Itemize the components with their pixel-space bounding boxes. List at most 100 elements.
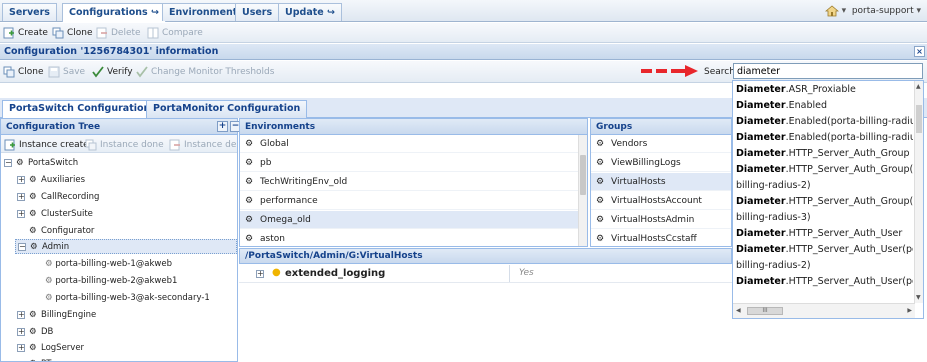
environment-row-performance[interactable]: ⚙ performance: [240, 192, 587, 210]
home-icon[interactable]: [824, 4, 839, 17]
suggestion-item[interactable]: Diameter.HTTP_Server_Auth_User(porta: [736, 274, 913, 290]
environment-row-techwritingenv-old[interactable]: ⚙ TechWritingEnv_old: [240, 173, 587, 191]
suggestion-item[interactable]: Diameter.Enabled(porta-billing-radius-3): [736, 130, 913, 146]
clone-icon: [3, 66, 15, 78]
tree-node-db[interactable]: + ⚙ DB: [17, 325, 53, 340]
expand-icon[interactable]: +: [17, 311, 25, 319]
tree-node-auxiliaries[interactable]: + ⚙ Auxiliaries: [17, 173, 85, 188]
tree-node-porta-billing-web-3[interactable]: ⚙ porta-billing-web-3@ak-secondary-1: [45, 291, 210, 306]
scroll-left-icon[interactable]: ◀: [736, 307, 741, 314]
expand-icon[interactable]: +: [17, 344, 25, 352]
search-input[interactable]: [733, 63, 923, 79]
group-row-virtualhostsccstaff[interactable]: ⚙ VirtualHostsCcstaff: [591, 230, 731, 246]
environment-row-global[interactable]: ⚙ Global: [240, 135, 587, 153]
expand-icon[interactable]: +: [256, 270, 264, 278]
group-row-vendors[interactable]: ⚙ Vendors: [591, 135, 731, 153]
verify-button[interactable]: Verify: [92, 65, 133, 79]
scroll-right-icon[interactable]: ▶: [907, 307, 912, 314]
environment-row-omega-old[interactable]: ⚙ Omega_old: [240, 211, 587, 229]
expand-icon[interactable]: +: [17, 193, 25, 201]
expand-icon[interactable]: +: [17, 210, 25, 218]
gear-icon: ⚙: [29, 192, 37, 202]
suggestion-rest: .HTTP_Server_Auth_User: [785, 228, 903, 239]
group-label: VirtualHostsAdmin: [611, 215, 695, 225]
option-value[interactable]: Yes: [519, 268, 534, 278]
suggestion-item[interactable]: Diameter.HTTP_Server_Auth_User: [736, 226, 913, 242]
tree-node-rt[interactable]: ⚙ RT: [17, 357, 51, 361]
groups-header: Groups: [590, 118, 732, 135]
group-row-viewbillinglogs[interactable]: ⚙ ViewBillingLogs: [591, 154, 731, 172]
suggestion-item[interactable]: Diameter.HTTP_Server_Auth_Group(por: [736, 162, 913, 178]
expand-all-icon[interactable]: +: [217, 121, 228, 132]
environment-label: performance: [260, 196, 318, 206]
config-clone-button[interactable]: Clone: [3, 65, 44, 79]
tab-portamonitor-configuration[interactable]: PortaMonitor Configuration: [146, 100, 308, 118]
group-icon: ⚙: [596, 234, 605, 244]
suggestion-item[interactable]: Diameter.HTTP_Server_Auth_Group: [736, 146, 913, 162]
tab-configurations[interactable]: Configurations ↪: [62, 3, 166, 22]
tree-node-admin[interactable]: − ⚙ Admin: [15, 239, 237, 254]
scrollbar-thumb[interactable]: [580, 155, 586, 195]
tree-node-porta-billing-web-2[interactable]: ⚙ porta-billing-web-2@akweb1: [45, 274, 177, 289]
suggestion-rest: billing-radius-2): [736, 260, 811, 271]
chevron-down-icon[interactable]: ▾: [842, 6, 847, 16]
tree-node-porta-billing-web-1[interactable]: ⚙ porta-billing-web-1@akweb: [45, 257, 172, 272]
suggestion-item[interactable]: Diameter.Enabled: [736, 98, 913, 114]
scrollbar-thumb[interactable]: [916, 105, 922, 133]
instance-done-label: Instance done: [100, 140, 164, 150]
close-icon[interactable]: ×: [914, 46, 925, 57]
tree-node-label: porta-billing-web-2@akweb1: [55, 276, 178, 286]
instance-create-button[interactable]: Instance create: [4, 138, 89, 152]
collapse-icon[interactable]: −: [18, 243, 26, 251]
suggestion-item[interactable]: Diameter.Enabled(porta-billing-radius-2): [736, 114, 913, 130]
tree-node-label: CallRecording: [41, 192, 100, 202]
options-path: /PortaSwitch/Admin/G:VirtualHosts: [245, 251, 423, 261]
change-monitor-thresholds-button[interactable]: Change Monitor Thresholds: [136, 65, 274, 79]
expand-icon[interactable]: +: [17, 328, 25, 336]
group-row-virtualhostsaccount[interactable]: ⚙ VirtualHostsAccount: [591, 192, 731, 210]
suggestion-item-continued[interactable]: billing-radius-2): [736, 178, 913, 194]
tab-users[interactable]: Users: [235, 3, 280, 21]
server-icon: ⚙: [245, 177, 254, 187]
dropdown-vertical-scrollbar[interactable]: ▲ ▼: [914, 81, 923, 303]
tree-node-clustersuite[interactable]: + ⚙ ClusterSuite: [17, 207, 93, 222]
environments-scrollbar[interactable]: [578, 135, 587, 246]
tree-node-portaswitch[interactable]: − ⚙ PortaSwitch: [4, 156, 78, 171]
tree-node-callrecording[interactable]: + ⚙ CallRecording: [17, 190, 99, 205]
suggestion-item-continued[interactable]: billing-radius-3): [736, 210, 913, 226]
environment-row-pb[interactable]: ⚙ pb: [240, 154, 587, 172]
scroll-down-icon[interactable]: ▼: [916, 294, 921, 301]
save-button[interactable]: Save: [48, 65, 85, 79]
tab-servers[interactable]: Servers: [2, 3, 57, 21]
tree-node-label: LogServer: [41, 343, 85, 353]
expand-icon[interactable]: +: [17, 176, 25, 184]
instance-delete-button[interactable]: Instance de: [169, 138, 236, 152]
save-icon: [48, 66, 60, 78]
suggestion-item[interactable]: Diameter.ASR_Proxiable: [736, 82, 913, 98]
option-row-extended-logging[interactable]: + ● extended_logging Yes: [239, 265, 732, 283]
collapse-icon[interactable]: −: [4, 159, 12, 167]
chevron-down-icon[interactable]: ▾: [916, 6, 921, 16]
group-row-virtualhostsadmin[interactable]: ⚙ VirtualHostsAdmin: [591, 211, 731, 229]
suggestion-rest: .HTTP_Server_Auth_Group(por: [785, 164, 913, 175]
suggestion-item-continued[interactable]: billing-radius-2): [736, 258, 913, 274]
suggestion-item[interactable]: Diameter.HTTP_Server_Auth_Group(por: [736, 194, 913, 210]
tree-node-configurator[interactable]: ⚙ Configurator: [17, 224, 94, 239]
instance-done-button[interactable]: Instance done: [85, 138, 164, 152]
tab-portaswitch-configuration[interactable]: PortaSwitch Configuration: [2, 100, 158, 118]
group-row-virtualhosts[interactable]: ⚙ VirtualHosts: [591, 173, 731, 191]
suggestion-item[interactable]: Diameter.HTTP_Server_Auth_User(porta: [736, 242, 913, 258]
tab-update[interactable]: Update ↪: [278, 3, 342, 21]
compare-button[interactable]: Compare: [147, 26, 203, 40]
tree-node-billingengine[interactable]: + ⚙ BillingEngine: [17, 308, 96, 323]
scrollbar-thumb[interactable]: III: [747, 307, 783, 315]
dropdown-horizontal-scrollbar[interactable]: ◀ III ▶: [733, 303, 915, 318]
user-menu[interactable]: ▾ porta-support ▾: [824, 3, 921, 19]
scroll-up-icon[interactable]: ▲: [916, 83, 921, 90]
environment-row-aston[interactable]: ⚙ aston: [240, 230, 587, 246]
create-button[interactable]: Create: [3, 26, 48, 40]
clone-button[interactable]: Clone: [52, 26, 93, 40]
delete-button[interactable]: Delete: [96, 26, 141, 40]
tree-node-logserver[interactable]: + ⚙ LogServer: [17, 341, 84, 356]
user-name[interactable]: porta-support: [852, 6, 914, 16]
